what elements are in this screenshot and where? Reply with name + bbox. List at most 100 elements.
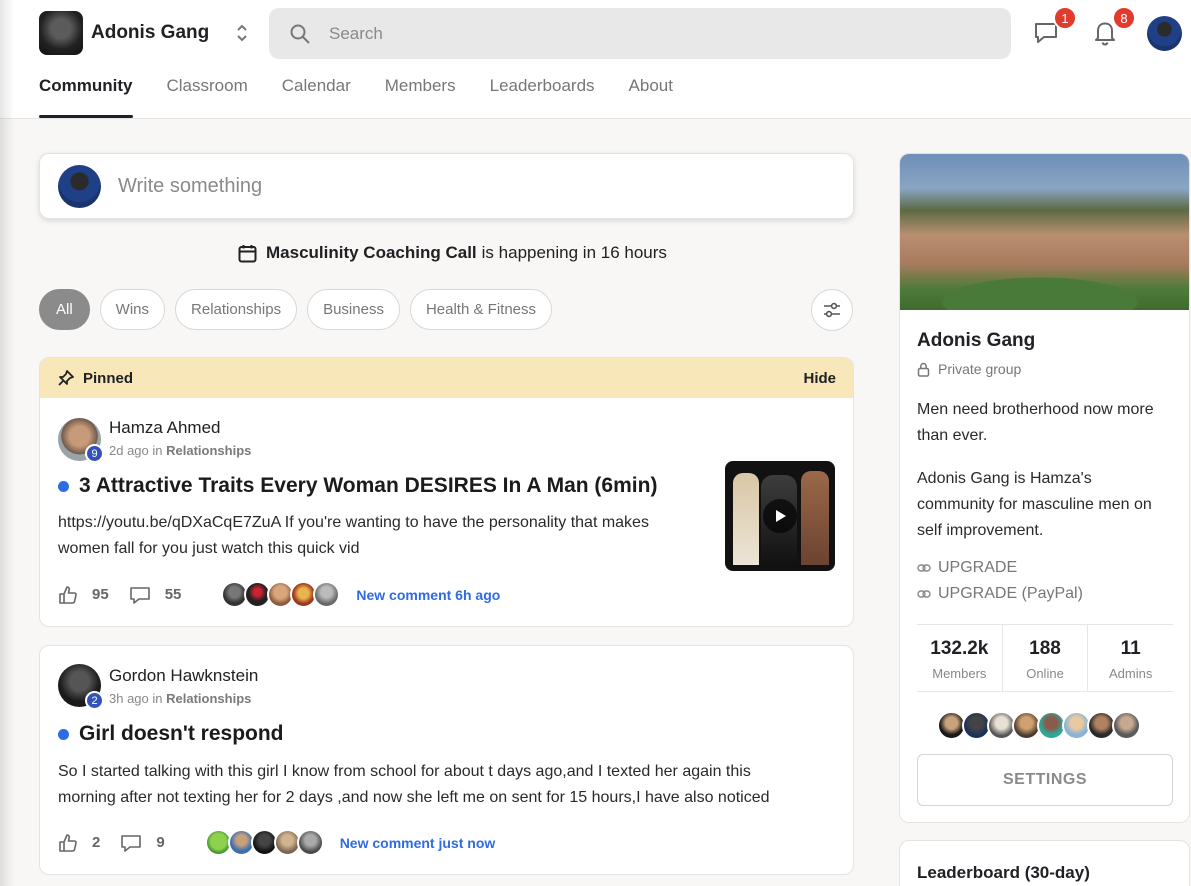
post-card[interactable]: 2 Gordon Hawknstein 3h ago in Relationsh… — [39, 645, 854, 875]
new-comment-link[interactable]: New comment 6h ago — [356, 587, 500, 603]
pinned-label: Pinned — [83, 369, 134, 387]
user-avatar[interactable] — [1147, 16, 1182, 51]
post-meta: 2d ago in Relationships — [109, 443, 251, 458]
filter-relationships[interactable]: Relationships — [175, 289, 298, 330]
like-count: 95 — [92, 586, 109, 603]
post-card-pinned[interactable]: Pinned Hide 9 Hamza Ahmed 2d ago in Rela… — [39, 357, 854, 627]
group-cover-image — [900, 154, 1189, 310]
post-time: 3h ago in — [109, 691, 163, 706]
like-icon[interactable] — [58, 585, 78, 605]
group-switcher[interactable]: Adonis Gang — [39, 11, 249, 55]
description-line: self improvement. — [917, 522, 1044, 539]
chevron-up-down-icon[interactable] — [235, 22, 249, 44]
post-composer[interactable]: Write something — [39, 153, 854, 219]
post-title-text: Girl doesn't respond — [79, 722, 284, 745]
event-time: is happening in 16 hours — [481, 243, 667, 262]
group-title: Adonis Gang — [917, 330, 1036, 351]
top-header: Adonis Gang 1 8 Community Classroom Cale… — [0, 0, 1191, 119]
comment-count: 9 — [156, 834, 165, 851]
filter-business[interactable]: Business — [307, 289, 400, 330]
pin-icon — [58, 370, 74, 386]
event-name[interactable]: Masculinity Coaching Call — [266, 243, 477, 263]
chat-button[interactable]: 1 — [1029, 6, 1077, 50]
level-badge: 9 — [85, 444, 104, 463]
level-badge: 2 — [85, 691, 104, 710]
comment-icon[interactable] — [120, 833, 142, 853]
stat-admins[interactable]: 11 Admins — [1088, 625, 1173, 691]
author-name[interactable]: Hamza Ahmed — [109, 418, 221, 438]
author-name[interactable]: Gordon Hawknstein — [109, 666, 258, 686]
nav-tabs: Community Classroom Calendar Members Lea… — [39, 76, 707, 118]
member-avatar[interactable] — [1112, 711, 1141, 740]
upcoming-event[interactable]: Masculinity Coaching Call is happening i… — [238, 243, 667, 263]
search-bar[interactable] — [269, 8, 1011, 59]
stat-label: Members — [932, 666, 987, 681]
commenter-avatar[interactable] — [296, 829, 324, 856]
tab-about[interactable]: About — [629, 76, 673, 118]
link-icon — [917, 564, 931, 572]
filter-wins[interactable]: Wins — [99, 289, 166, 330]
link-icon — [917, 590, 931, 598]
group-stats: 132.2k Members 188 Online 11 Admins — [917, 624, 1173, 692]
post-stats: 2 9 New comment just now — [58, 829, 495, 856]
calendar-icon — [238, 244, 257, 262]
stat-online[interactable]: 188 Online — [1003, 625, 1089, 691]
filter-settings-button[interactable] — [811, 289, 853, 331]
notifications-badge: 8 — [1112, 6, 1136, 30]
post-body-line: women fall for you just watch this quick… — [58, 540, 360, 557]
post-body-line: morning after not texting her for 2 days… — [58, 789, 770, 806]
group-logo — [39, 11, 83, 55]
upgrade-paypal-link[interactable]: UPGRADE (PayPal) — [917, 585, 1083, 603]
comment-icon[interactable] — [129, 585, 151, 605]
commenter-avatar[interactable] — [313, 581, 341, 608]
tab-community[interactable]: Community — [39, 76, 133, 118]
post-time: 2d ago in — [109, 443, 163, 458]
thumb-figure — [733, 473, 759, 565]
privacy-text: Private group — [938, 361, 1022, 377]
stat-value: 188 — [1029, 638, 1061, 659]
description-line: community for masculine men on — [917, 496, 1152, 513]
tab-members[interactable]: Members — [385, 76, 456, 118]
video-thumbnail[interactable] — [725, 461, 835, 571]
group-about: Adonis Gang is Hamza's community for mas… — [917, 466, 1182, 544]
like-icon[interactable] — [58, 833, 78, 853]
post-title-text: 3 Attractive Traits Every Woman DESIRES … — [79, 474, 658, 497]
post-body: https://youtu.be/qDXaCqE7ZuA If you're w… — [58, 510, 649, 562]
settings-button[interactable]: SETTINGS — [917, 754, 1173, 806]
window-edge-shadow — [0, 0, 14, 886]
search-input[interactable] — [329, 23, 929, 44]
description-line: than ever. — [917, 427, 988, 444]
sliders-icon — [824, 302, 840, 318]
hide-button[interactable]: Hide — [803, 370, 836, 387]
tab-leaderboards[interactable]: Leaderboards — [490, 76, 595, 118]
upgrade-text: UPGRADE — [938, 559, 1018, 576]
comment-count: 55 — [164, 586, 182, 603]
leaderboard-title[interactable]: Leaderboard (30-day) — [917, 863, 1090, 883]
tab-classroom[interactable]: Classroom — [167, 76, 248, 118]
unread-dot — [58, 480, 69, 492]
post-title[interactable]: Girl doesn't respond — [58, 722, 284, 746]
composer-avatar — [58, 164, 101, 208]
filter-all[interactable]: All — [39, 289, 90, 330]
group-description: Men need brotherhood now more than ever. — [917, 397, 1182, 449]
composer-placeholder: Write something — [118, 174, 263, 197]
post-stats: 95 55 New comment 6h ago — [58, 581, 500, 608]
upgrade-link[interactable]: UPGRADE — [917, 559, 1017, 577]
post-category[interactable]: Relationships — [166, 443, 251, 458]
unread-dot — [58, 728, 69, 740]
notifications-button[interactable]: 8 — [1088, 6, 1136, 50]
upgrade-paypal-text: UPGRADE (PayPal) — [938, 585, 1083, 602]
post-body: So I started talking with this girl I kn… — [58, 759, 770, 811]
thumb-figure — [801, 471, 829, 565]
post-meta: 3h ago in Relationships — [109, 691, 251, 706]
stat-members[interactable]: 132.2k Members — [917, 625, 1003, 691]
chat-badge: 1 — [1053, 6, 1077, 30]
play-icon — [763, 499, 797, 533]
post-category[interactable]: Relationships — [166, 691, 251, 706]
post-title[interactable]: 3 Attractive Traits Every Woman DESIRES … — [58, 474, 657, 498]
filter-health-fitness[interactable]: Health & Fitness — [409, 289, 552, 330]
group-info-card: Adonis Gang Private group Men need broth… — [899, 153, 1190, 823]
new-comment-link[interactable]: New comment just now — [340, 835, 496, 851]
description-line: Adonis Gang is Hamza's — [917, 470, 1092, 487]
tab-calendar[interactable]: Calendar — [282, 76, 351, 118]
